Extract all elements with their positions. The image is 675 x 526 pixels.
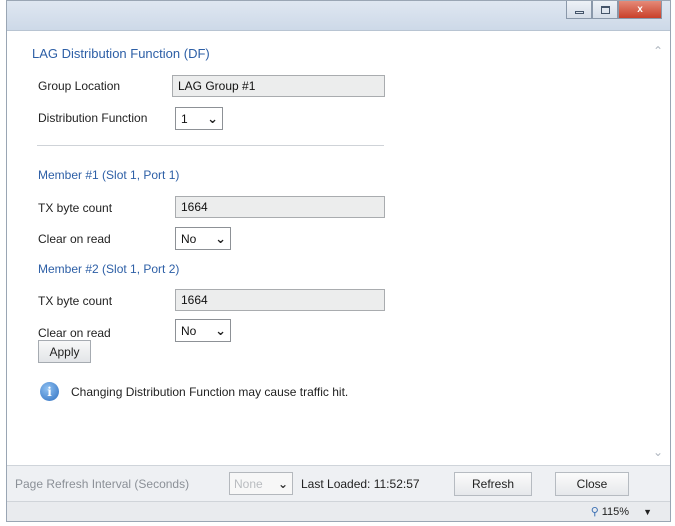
member-2-tx-label: TX byte count [38, 294, 113, 308]
member-2-clear-label: Clear on read [38, 326, 111, 340]
minimize-button[interactable] [566, 1, 592, 19]
zoom-level: 115% [601, 505, 630, 518]
footer-bar: Page Refresh Interval (Seconds) None ⌄ L… [7, 465, 670, 501]
chevron-down-icon: ⌄ [215, 230, 226, 246]
group-location-label: Group Location [38, 79, 121, 93]
member-2-title: Member #2 (Slot 1, Port 2) [38, 262, 180, 276]
refresh-interval-select[interactable]: None ⌄ [229, 472, 293, 495]
caret-down-icon: ▼ [643, 506, 652, 517]
lag-df-title: LAG Distribution Function (DF) [32, 46, 210, 61]
member-2-tx-field: 1664 [175, 289, 385, 311]
refresh-interval-label: Page Refresh Interval (Seconds) [15, 477, 190, 491]
chevron-down-icon: ⌄ [207, 110, 218, 126]
member-1-clear-value: No [181, 231, 197, 246]
vertical-scrollbar[interactable]: ⌃ ⌄ [648, 32, 670, 465]
member-1-title: Member #1 (Slot 1, Port 1) [38, 168, 180, 182]
group-location-field: LAG Group #1 [172, 75, 385, 97]
distribution-function-select[interactable]: 1 ⌄ [175, 107, 223, 130]
apply-button[interactable]: Apply [38, 340, 91, 363]
refresh-button[interactable]: Refresh [454, 472, 532, 496]
distribution-function-value: 1 [181, 111, 188, 126]
member-1-tx-label: TX byte count [38, 201, 113, 215]
content-area: LAG Distribution Function (DF) Group Loc… [7, 32, 648, 465]
member-2-clear-value: No [181, 323, 197, 338]
magnifier-icon: ⚲ [590, 506, 599, 518]
zoom-control[interactable]: ⚲ 115% ▼ [590, 505, 652, 519]
chevron-down-icon: ⌄ [277, 476, 288, 491]
dialog-window: x LAG Distribution Function (DF) Group L… [6, 0, 671, 522]
window-controls: x [566, 1, 662, 19]
close-icon: x [637, 4, 643, 15]
member-2-clear-select[interactable]: No ⌄ [175, 319, 231, 342]
close-window-button[interactable]: x [618, 1, 662, 19]
title-bar: x [7, 1, 670, 31]
maximize-icon [600, 5, 610, 14]
info-icon: i [40, 382, 59, 401]
section-divider [37, 145, 384, 146]
minimize-icon [574, 10, 584, 14]
member-1-clear-select[interactable]: No ⌄ [175, 227, 231, 250]
last-loaded-text: Last Loaded: 11:52:57 [301, 477, 420, 491]
maximize-button[interactable] [592, 1, 618, 19]
refresh-interval-value: None [234, 476, 263, 491]
info-message: i Changing Distribution Function may cau… [40, 382, 348, 401]
member-1-tx-field: 1664 [175, 196, 385, 218]
distribution-function-label: Distribution Function [38, 111, 148, 125]
chevron-down-icon: ⌄ [215, 322, 226, 338]
chevron-up-icon[interactable]: ⌃ [653, 44, 663, 58]
member-1-clear-label: Clear on read [38, 232, 111, 246]
close-button[interactable]: Close [555, 472, 629, 496]
status-bar: ⚲ 115% ▼ [7, 501, 670, 521]
info-message-text: Changing Distribution Function may cause… [71, 384, 349, 399]
chevron-down-icon[interactable]: ⌄ [653, 445, 663, 459]
